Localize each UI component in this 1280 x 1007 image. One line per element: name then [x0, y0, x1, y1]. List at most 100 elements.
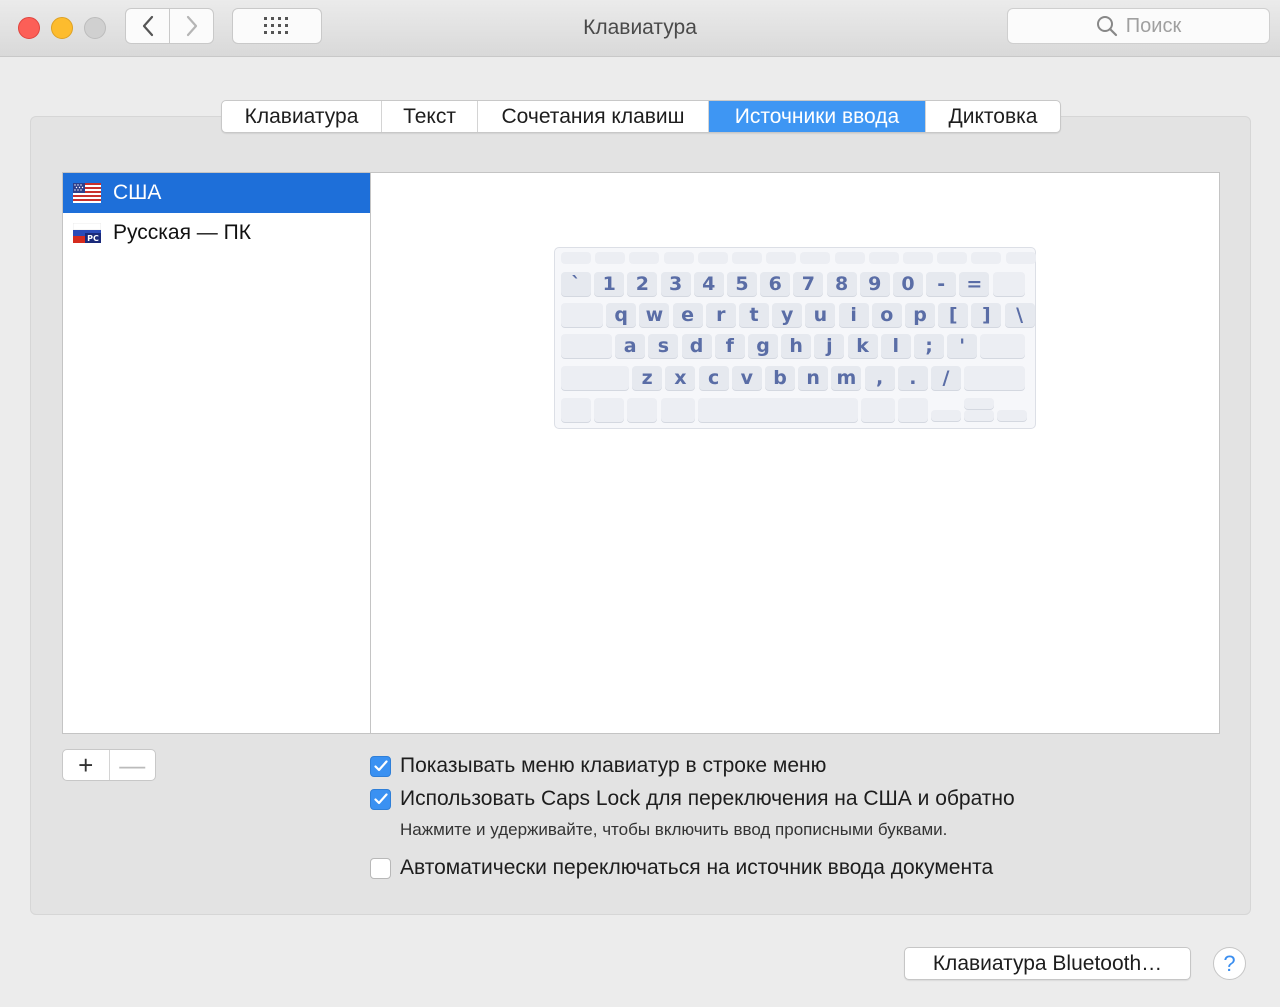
keyboard-key-blank [964, 366, 1025, 390]
caps-lock-hint: Нажмите и удерживайте, чтобы включить вв… [400, 820, 948, 839]
list-buttons: + — [62, 749, 156, 781]
keyboard-key: 6 [760, 272, 791, 296]
keyboard-key-blank [594, 398, 625, 422]
keyboard-key-blank [903, 252, 933, 264]
show-menu-checkbox[interactable] [370, 755, 391, 777]
keyboard-key-blank [561, 252, 591, 264]
remove-source-button[interactable]: — [110, 750, 156, 780]
keyboard-key-blank [766, 252, 797, 264]
keyboard-key-blank [697, 252, 728, 264]
keyboard-key: - [926, 272, 957, 296]
help-button[interactable]: ? [1213, 947, 1246, 980]
checkmark-icon [373, 760, 388, 772]
keyboard-key-blank [937, 252, 968, 264]
keyboard-key: 1 [594, 272, 625, 296]
keyboard-key-blank [898, 398, 929, 422]
keyboard-key: a [615, 334, 646, 358]
bluetooth-keyboard-button[interactable]: Клавиатура Bluetooth… [904, 947, 1191, 980]
keyboard-key: , [864, 366, 895, 390]
keyboard-key: 8 [826, 272, 857, 296]
search-placeholder: Поиск [1125, 14, 1182, 37]
input-sources-list: США PC Русская — ПК [62, 172, 371, 734]
auto-switch-option[interactable]: Автоматически переключаться на источник … [370, 856, 993, 880]
keyboard-key: x [665, 366, 696, 390]
keyboard-key: i [838, 303, 869, 327]
keyboard-key: ] [971, 303, 1002, 327]
auto-switch-label: Автоматически переключаться на источник … [400, 856, 994, 879]
keyboard-key-blank [663, 252, 694, 264]
keyboard-key-blank [1005, 252, 1036, 264]
tab-dictation[interactable]: Диктовка [926, 101, 1060, 132]
list-item-label: США [113, 181, 162, 204]
keyboard-key: 9 [859, 272, 890, 296]
title-bar: Клавиатура Поиск [0, 0, 1280, 57]
list-item-ru-pc[interactable]: PC Русская — ПК [63, 213, 370, 253]
keyboard-key-blank [861, 398, 895, 422]
keyboard-key-blank [627, 398, 658, 422]
caps-lock-checkbox[interactable] [370, 788, 391, 810]
keyboard-key: g [748, 334, 778, 358]
keyboard-key: k [847, 334, 878, 358]
keyboard-key: 2 [627, 272, 658, 296]
tab-text[interactable]: Текст [382, 101, 478, 132]
keyboard-key-blank [980, 334, 1025, 358]
keyboard-key: 5 [727, 272, 757, 296]
keyboard-key-blank [660, 398, 695, 422]
keyboard-key: h [781, 334, 812, 358]
keyboard-arrow-key [931, 410, 962, 421]
keyboard-key: l [880, 334, 911, 358]
keyboard-key: p [905, 303, 935, 327]
add-source-button[interactable]: + [63, 750, 110, 780]
keyboard-key: d [681, 334, 712, 358]
keyboard-key: ' [947, 334, 978, 358]
keyboard-key-blank [595, 252, 626, 264]
keyboard-key: t [739, 303, 769, 327]
keyboard-key: y [772, 303, 803, 327]
keyboard-key-blank [992, 272, 1025, 296]
keyboard-key: \ [1004, 303, 1035, 327]
keyboard-key: 4 [693, 272, 724, 296]
keyboard-key: r [705, 303, 736, 327]
keyboard-key: b [765, 366, 795, 390]
keyboard-key: q [606, 303, 637, 327]
keyboard-key: = [959, 272, 990, 296]
keyboard-key-blank [800, 252, 831, 264]
search-field[interactable]: Поиск [1007, 8, 1270, 44]
keyboard-key: ; [914, 334, 944, 358]
keyboard-key: e [672, 303, 703, 327]
keyboard-key-blank [629, 252, 660, 264]
svg-text:PC: PC [87, 234, 99, 243]
keyboard-key: z [632, 366, 663, 390]
keyboard-key-blank [834, 252, 865, 264]
keyboard-key: m [831, 366, 862, 390]
keyboard-key-blank [561, 303, 603, 327]
auto-switch-checkbox[interactable] [370, 857, 391, 879]
keyboard-key: w [639, 303, 670, 327]
keyboard-key: 3 [660, 272, 691, 296]
keyboard-key-blank [732, 252, 762, 264]
caps-lock-option[interactable]: Использовать Caps Lock для переключения … [370, 787, 1015, 811]
keyboard-key: v [731, 366, 762, 390]
keyboard-key: . [897, 366, 928, 390]
list-item-us[interactable]: США [63, 173, 370, 213]
show-menu-option[interactable]: Показывать меню клавиатур в строке меню [370, 754, 826, 778]
tab-input-sources[interactable]: Источники ввода [709, 101, 926, 132]
keyboard-arrow-key [964, 410, 995, 421]
keyboard-key: [ [938, 303, 969, 327]
tab-bar: Клавиатура Текст Сочетания клавиш Источн… [221, 100, 1061, 133]
tab-keyboard[interactable]: Клавиатура [222, 101, 382, 132]
us-flag-icon [73, 183, 101, 203]
keyboard-key: / [931, 366, 961, 390]
keyboard-arrow-key [964, 398, 995, 409]
keyboard-key-blank [868, 252, 899, 264]
keyboard-key-blank [561, 398, 591, 422]
keyboard-arrow-key [997, 410, 1028, 421]
tab-shortcuts[interactable]: Сочетания клавиш [478, 101, 709, 132]
caps-lock-label: Использовать Caps Lock для переключения … [400, 787, 1015, 810]
keyboard-key: 0 [893, 272, 923, 296]
keyboard-key: n [798, 366, 829, 390]
keyboard-key: s [648, 334, 679, 358]
keyboard-key-blank [561, 366, 629, 390]
keyboard-key: f [714, 334, 745, 358]
keyboard-key: 7 [793, 272, 824, 296]
